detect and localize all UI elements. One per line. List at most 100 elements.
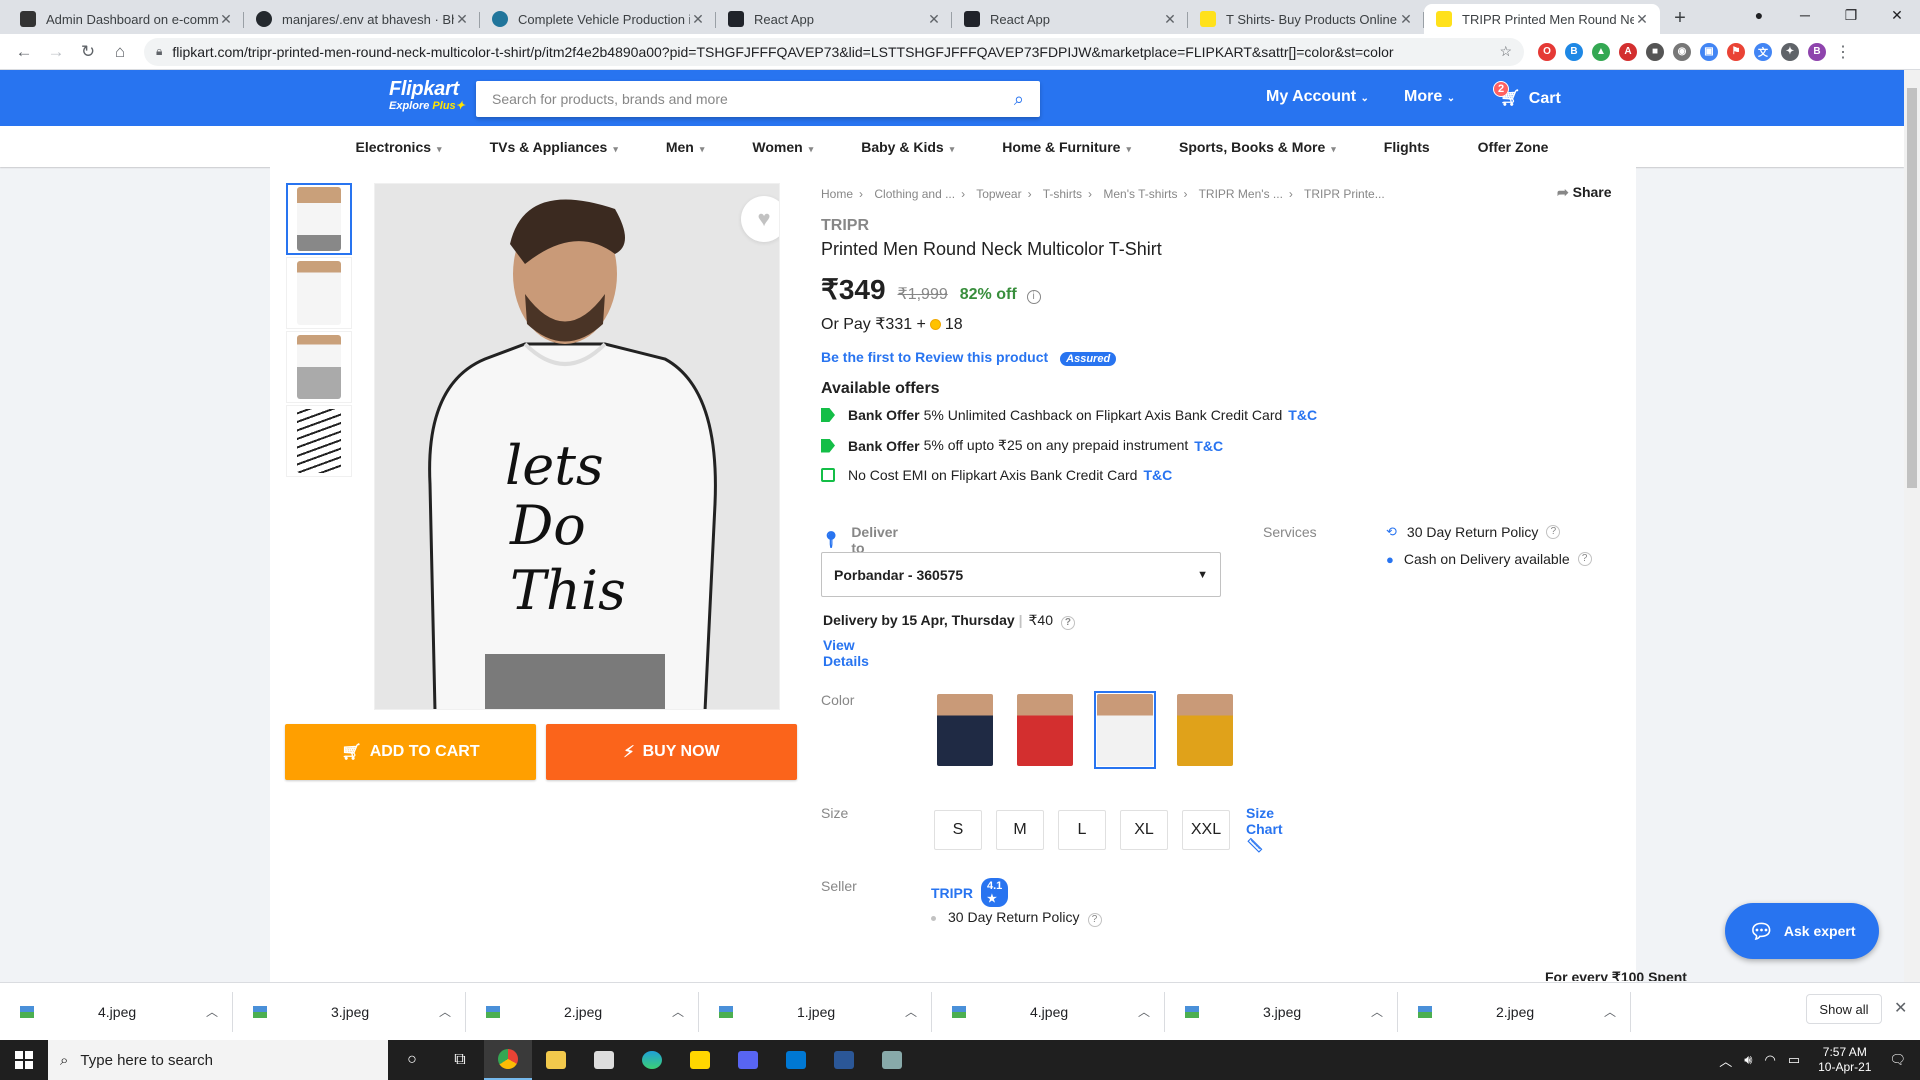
category-men[interactable]: Men ▾ (642, 139, 729, 155)
product-thumbnail[interactable] (286, 405, 352, 477)
search-input[interactable]: Search for products, brands and more (492, 91, 1014, 107)
profile-menu-icon[interactable]: ● (1736, 0, 1782, 30)
download-item[interactable]: 2.jpeg ︿ (1398, 991, 1631, 1032)
view-details-link[interactable]: View Details (823, 637, 869, 669)
product-thumbnail[interactable] (286, 257, 352, 329)
windows-start-icon[interactable] (0, 1040, 48, 1080)
product-main-image[interactable]: lets Do This ♥ (374, 183, 780, 710)
category-home-furniture[interactable]: Home & Furniture ▾ (978, 139, 1155, 155)
clock[interactable]: 7:57 AM 10-Apr-21 (1818, 1045, 1871, 1075)
category-baby-kids[interactable]: Baby & Kids ▾ (837, 139, 978, 155)
flipkart-logo[interactable]: Flipkart Explore Plus✦ (389, 78, 465, 112)
chevron-up-icon[interactable]: ︿ (672, 1003, 684, 1020)
offer-tc-link[interactable]: T&C (1143, 467, 1172, 483)
pincode-select[interactable]: Porbandar - 360575 ▼ (821, 552, 1221, 597)
more-menu[interactable]: More ⌄ (1404, 88, 1455, 106)
app-icon[interactable] (868, 1040, 916, 1080)
offer-tc-link[interactable]: T&C (1288, 407, 1317, 423)
product-thumbnail[interactable] (286, 331, 352, 403)
chevron-up-icon[interactable]: ︿ (1719, 1051, 1732, 1070)
my-account-menu[interactable]: My Account ⌄ (1266, 88, 1369, 106)
size-option[interactable]: L (1058, 809, 1106, 850)
address-bar[interactable]: 🔒︎ flipkart.com/tripr-printed-men-round-… (144, 37, 1524, 66)
notifications-icon[interactable]: 🗨︎ (1889, 1052, 1906, 1068)
download-item[interactable]: 3.jpeg ︿ (1165, 991, 1398, 1032)
buy-now-button[interactable]: ⚡︎ BUY NOW (546, 724, 797, 780)
browser-menu-icon[interactable]: ⋮ (1835, 42, 1851, 62)
chevron-up-icon[interactable]: ︿ (1138, 1003, 1150, 1020)
search-bar[interactable]: Search for products, brands and more ⌕ (476, 81, 1040, 117)
review-link[interactable]: Be the first to Review this product Assur… (821, 349, 1117, 366)
taskbar-search[interactable]: ⌕ Type here to search (48, 1040, 388, 1080)
close-window-icon[interactable]: ✕ (1874, 0, 1920, 30)
breadcrumb-item[interactable]: TRIPR Men's ... (1199, 187, 1283, 201)
translate-extension-icon[interactable]: 文 (1754, 42, 1772, 61)
category-sports-books[interactable]: Sports, Books & More ▾ (1155, 139, 1360, 155)
browser-tab[interactable]: React App ✕ (716, 4, 952, 34)
search-icon[interactable]: ⌕ (1014, 89, 1024, 110)
home-icon[interactable]: ⌂ (104, 36, 136, 68)
breadcrumb-item[interactable]: Men's T-shirts (1103, 187, 1177, 201)
volume-icon[interactable]: 🔊︎ (1744, 1052, 1752, 1068)
color-swatch-selected[interactable] (1094, 691, 1156, 769)
page-scrollbar[interactable] (1904, 70, 1920, 982)
close-tab-icon[interactable]: ✕ (1634, 11, 1650, 28)
chevron-up-icon[interactable]: ︿ (1604, 1003, 1616, 1020)
store-icon[interactable] (580, 1040, 628, 1080)
camera-extension-icon[interactable]: ◉ (1673, 42, 1691, 61)
wishlist-heart-icon[interactable]: ♥ (741, 196, 779, 242)
size-option[interactable]: S (934, 809, 982, 850)
breadcrumb-item[interactable]: TRIPR Printe... (1304, 187, 1385, 201)
breadcrumb-item[interactable]: Topwear (976, 187, 1021, 201)
close-tab-icon[interactable]: ✕ (1398, 11, 1414, 28)
price-info-icon[interactable]: i (1026, 290, 1041, 304)
chevron-up-icon[interactable]: ︿ (905, 1003, 917, 1020)
cart-button[interactable]: 🛒︎ 2 Cart (1493, 81, 1561, 108)
puzzle-extensions-icon[interactable]: ✦ (1781, 42, 1799, 61)
cortana-icon[interactable]: ○ (388, 1040, 436, 1080)
product-thumbnail[interactable] (286, 183, 352, 255)
chevron-up-icon[interactable]: ︿ (206, 1003, 218, 1020)
edge-icon[interactable] (628, 1040, 676, 1080)
color-swatch[interactable] (1174, 691, 1236, 769)
extension-icon[interactable]: ⚑ (1727, 42, 1745, 61)
sticky-notes-icon[interactable] (676, 1040, 724, 1080)
size-chart-link[interactable]: Size Chart 📏︎ (1246, 805, 1287, 854)
browser-tab[interactable]: manjares/.env at bhavesh · Bhav ✕ (244, 4, 480, 34)
extension-icon[interactable]: ▣ (1700, 42, 1718, 61)
minimize-icon[interactable]: ─ (1782, 0, 1828, 30)
color-swatch[interactable] (1014, 691, 1076, 769)
seller-name-link[interactable]: TRIPR 4.1 ★ (931, 878, 1009, 907)
category-tvs-appliances[interactable]: TVs & Appliances ▾ (466, 139, 642, 155)
category-flights[interactable]: Flights (1360, 139, 1454, 155)
offer-tc-link[interactable]: T&C (1194, 438, 1223, 454)
adblock-extension-icon[interactable]: A (1619, 42, 1637, 61)
download-item[interactable]: 4.jpeg ︿ (932, 991, 1165, 1032)
back-icon[interactable]: ← (8, 36, 40, 68)
category-electronics[interactable]: Electronics ▾ (332, 139, 466, 155)
battery-icon[interactable]: ▭ (1788, 1052, 1800, 1068)
download-item[interactable]: 3.jpeg ︿ (233, 991, 466, 1032)
opera-extension-icon[interactable]: O (1538, 42, 1556, 61)
bookmark-star-icon[interactable]: ☆ (1499, 43, 1512, 60)
app-icon[interactable] (820, 1040, 868, 1080)
close-tab-icon[interactable]: ✕ (218, 11, 234, 28)
drive-extension-icon[interactable]: ▲ (1592, 42, 1610, 61)
forward-icon[interactable]: → (40, 36, 72, 68)
reload-icon[interactable]: ↻ (72, 36, 104, 68)
chrome-taskbar-icon[interactable] (484, 1040, 532, 1080)
wifi-icon[interactable]: ◠ (1764, 1052, 1775, 1068)
breadcrumb-item[interactable]: Clothing and ... (874, 187, 955, 201)
browser-tab[interactable]: Complete Vehicle Production in ✕ (480, 4, 716, 34)
close-tab-icon[interactable]: ✕ (1162, 11, 1178, 28)
size-option[interactable]: XXL (1182, 809, 1230, 850)
show-all-downloads-button[interactable]: Show all (1806, 994, 1882, 1024)
help-icon[interactable]: ? (1577, 552, 1592, 566)
close-download-bar-icon[interactable]: ✕ (1894, 998, 1907, 1018)
profile-avatar[interactable]: B (1808, 42, 1826, 61)
size-option[interactable]: XL (1120, 809, 1168, 850)
category-offer-zone[interactable]: Offer Zone (1454, 139, 1573, 155)
download-item[interactable]: 2.jpeg ︿ (466, 991, 699, 1032)
extension-icon[interactable]: B (1565, 42, 1583, 61)
color-swatch[interactable] (934, 691, 996, 769)
